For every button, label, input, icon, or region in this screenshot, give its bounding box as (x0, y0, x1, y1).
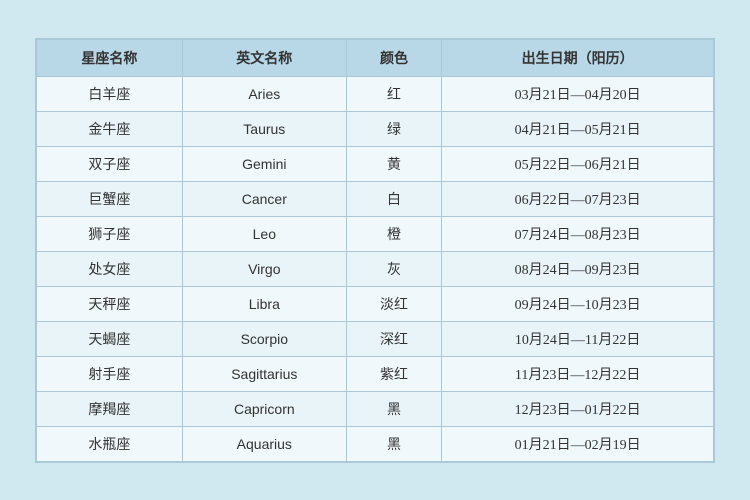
cell-english-name: Leo (182, 216, 346, 251)
cell-dates: 01月21日—02月19日 (442, 426, 714, 461)
header-color: 颜色 (346, 39, 441, 76)
cell-chinese-name: 水瓶座 (37, 426, 183, 461)
cell-dates: 07月24日—08月23日 (442, 216, 714, 251)
table-row: 狮子座Leo橙07月24日—08月23日 (37, 216, 714, 251)
cell-chinese-name: 天秤座 (37, 286, 183, 321)
cell-dates: 05月22日—06月21日 (442, 146, 714, 181)
cell-color: 灰 (346, 251, 441, 286)
table-row: 双子座Gemini黄05月22日—06月21日 (37, 146, 714, 181)
cell-dates: 09月24日—10月23日 (442, 286, 714, 321)
cell-color: 淡红 (346, 286, 441, 321)
header-dates: 出生日期（阳历） (442, 39, 714, 76)
cell-dates: 04月21日—05月21日 (442, 111, 714, 146)
cell-color: 红 (346, 76, 441, 111)
table-row: 天秤座Libra淡红09月24日—10月23日 (37, 286, 714, 321)
table-row: 巨蟹座Cancer白06月22日—07月23日 (37, 181, 714, 216)
cell-color: 黄 (346, 146, 441, 181)
cell-chinese-name: 双子座 (37, 146, 183, 181)
table-row: 处女座Virgo灰08月24日—09月23日 (37, 251, 714, 286)
cell-chinese-name: 巨蟹座 (37, 181, 183, 216)
cell-color: 绿 (346, 111, 441, 146)
cell-chinese-name: 摩羯座 (37, 391, 183, 426)
table-body: 白羊座Aries红03月21日—04月20日金牛座Taurus绿04月21日—0… (37, 76, 714, 461)
cell-english-name: Cancer (182, 181, 346, 216)
cell-chinese-name: 狮子座 (37, 216, 183, 251)
cell-english-name: Scorpio (182, 321, 346, 356)
zodiac-table: 星座名称 英文名称 颜色 出生日期（阳历） 白羊座Aries红03月21日—04… (36, 39, 714, 462)
cell-dates: 12月23日—01月22日 (442, 391, 714, 426)
table-row: 摩羯座Capricorn黑12月23日—01月22日 (37, 391, 714, 426)
table-row: 金牛座Taurus绿04月21日—05月21日 (37, 111, 714, 146)
cell-english-name: Sagittarius (182, 356, 346, 391)
cell-english-name: Libra (182, 286, 346, 321)
cell-chinese-name: 白羊座 (37, 76, 183, 111)
header-chinese-name: 星座名称 (37, 39, 183, 76)
table-row: 水瓶座Aquarius黑01月21日—02月19日 (37, 426, 714, 461)
cell-chinese-name: 金牛座 (37, 111, 183, 146)
cell-english-name: Taurus (182, 111, 346, 146)
cell-color: 橙 (346, 216, 441, 251)
cell-dates: 11月23日—12月22日 (442, 356, 714, 391)
cell-chinese-name: 处女座 (37, 251, 183, 286)
cell-color: 白 (346, 181, 441, 216)
zodiac-table-container: 星座名称 英文名称 颜色 出生日期（阳历） 白羊座Aries红03月21日—04… (35, 38, 715, 463)
cell-dates: 06月22日—07月23日 (442, 181, 714, 216)
cell-english-name: Aries (182, 76, 346, 111)
cell-color: 紫红 (346, 356, 441, 391)
cell-chinese-name: 射手座 (37, 356, 183, 391)
header-english-name: 英文名称 (182, 39, 346, 76)
cell-color: 黑 (346, 426, 441, 461)
cell-chinese-name: 天蝎座 (37, 321, 183, 356)
cell-dates: 03月21日—04月20日 (442, 76, 714, 111)
table-row: 天蝎座Scorpio深红10月24日—11月22日 (37, 321, 714, 356)
cell-english-name: Capricorn (182, 391, 346, 426)
cell-english-name: Virgo (182, 251, 346, 286)
cell-color: 黑 (346, 391, 441, 426)
cell-english-name: Aquarius (182, 426, 346, 461)
cell-dates: 10月24日—11月22日 (442, 321, 714, 356)
cell-english-name: Gemini (182, 146, 346, 181)
table-header-row: 星座名称 英文名称 颜色 出生日期（阳历） (37, 39, 714, 76)
table-row: 白羊座Aries红03月21日—04月20日 (37, 76, 714, 111)
table-row: 射手座Sagittarius紫红11月23日—12月22日 (37, 356, 714, 391)
cell-color: 深红 (346, 321, 441, 356)
cell-dates: 08月24日—09月23日 (442, 251, 714, 286)
